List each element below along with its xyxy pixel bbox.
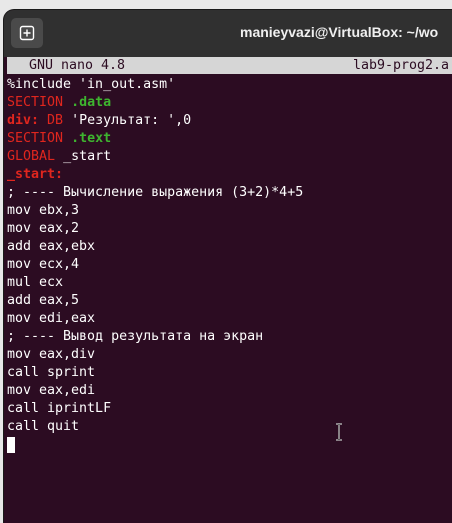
code-line: SECTION .data <box>7 95 112 110</box>
code-line: SECTION .text <box>7 131 112 146</box>
code-line: mov ecx,4 <box>7 257 80 272</box>
code-line: call quit <box>7 419 80 434</box>
text-cursor <box>7 437 15 453</box>
code-line: mul ecx <box>7 275 64 290</box>
code-line: add eax,ebx <box>7 239 96 254</box>
new-tab-button[interactable] <box>11 18 43 48</box>
title-bar: manieyvazi@VirtualBox: ~/wo <box>4 10 452 57</box>
code-line: ; ---- Вывод результата на экран <box>7 329 264 344</box>
code-line: mov edi,eax <box>7 311 96 326</box>
code-line: mov eax,div <box>7 347 96 362</box>
code-line: _start: <box>7 167 64 182</box>
code-line: add eax,5 <box>7 293 80 308</box>
code-line: mov ebx,3 <box>7 203 80 218</box>
nano-filename: lab9-prog2.a <box>353 58 450 73</box>
nano-title-bar: GNU nano 4.8 lab9-prog2.a <box>7 57 452 74</box>
code-line <box>7 436 452 454</box>
code-line: GLOBAL _start <box>7 149 112 164</box>
code-line: div: DB 'Результат: ',0 <box>7 113 192 128</box>
editor-text-area[interactable]: %include 'in_out.asm' SECTION .data div:… <box>7 76 452 454</box>
code-line: mov eax,2 <box>7 221 80 236</box>
nano-version: GNU nano 4.8 <box>29 58 126 73</box>
ibeam-cursor-icon <box>336 423 342 441</box>
terminal-window: manieyvazi@VirtualBox: ~/wo GNU nano 4.8… <box>4 10 452 523</box>
code-line: ; ---- Вычисление выражения (3+2)*4+5 <box>7 185 304 200</box>
code-line: call iprintLF <box>7 401 112 416</box>
window-title: manieyvazi@VirtualBox: ~/wo <box>240 24 439 40</box>
plus-in-square-icon <box>19 25 35 41</box>
code-line: call sprint <box>7 365 96 380</box>
code-line: %include 'in_out.asm' <box>7 77 176 92</box>
terminal-content[interactable]: GNU nano 4.8 lab9-prog2.a %include 'in_o… <box>4 57 452 523</box>
code-line: mov eax,edi <box>7 383 96 398</box>
